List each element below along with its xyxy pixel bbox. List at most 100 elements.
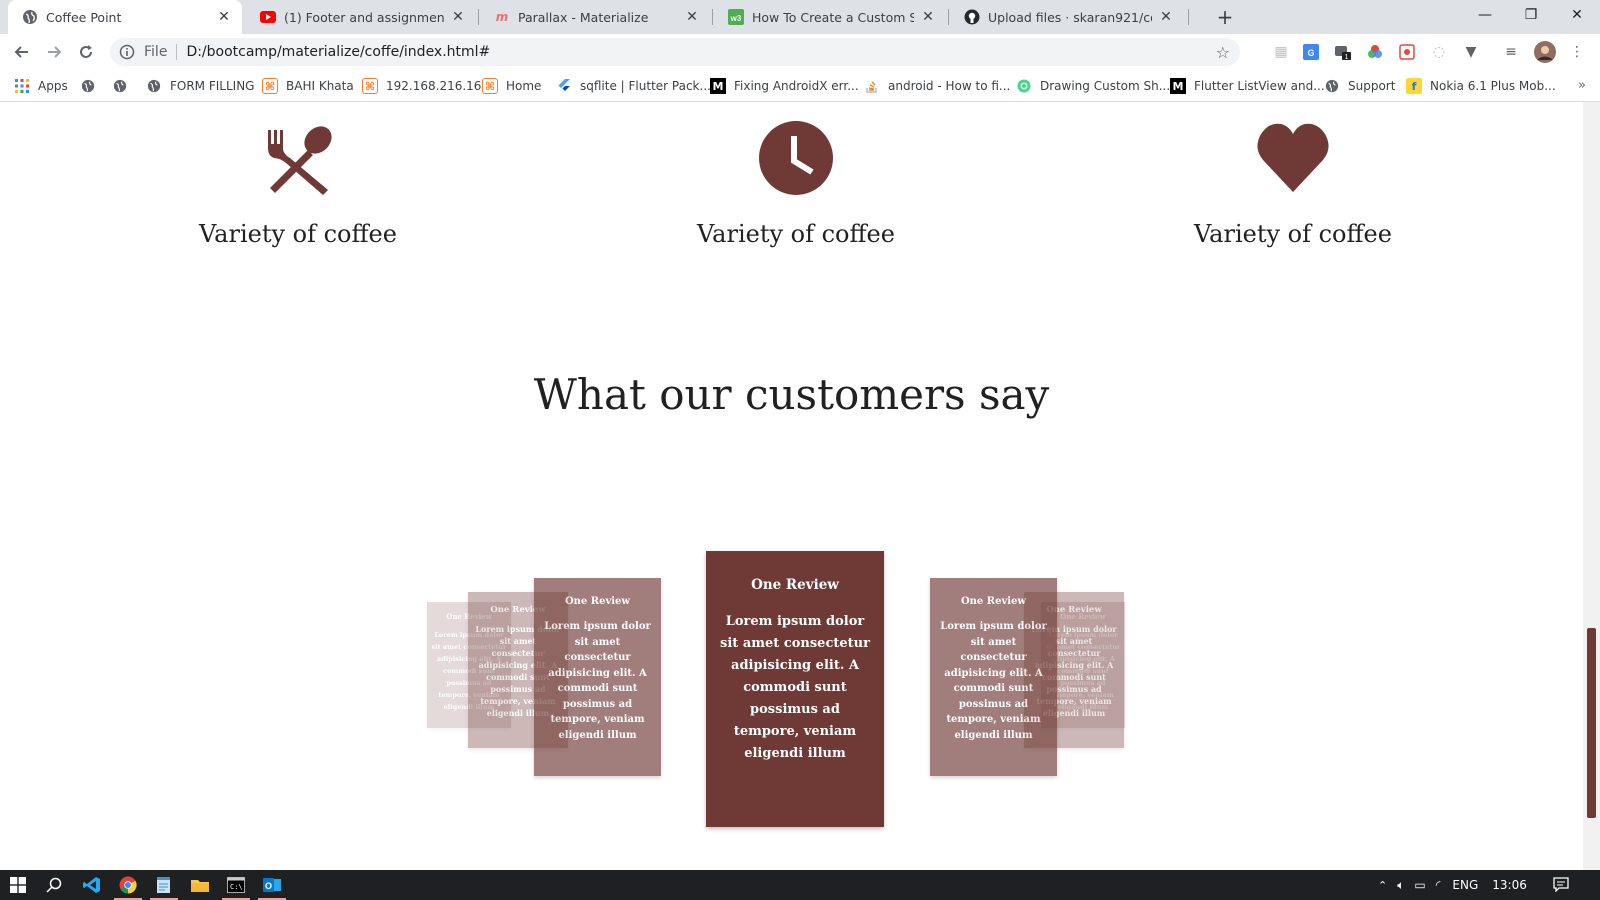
chrome-icon[interactable] bbox=[110, 870, 146, 900]
tab-w3schools[interactable]: w3 How To Create a Custom Scrollba ✕ bbox=[714, 0, 946, 34]
reload-button[interactable] bbox=[74, 40, 98, 64]
bookmark-label: BAHI Khata bbox=[286, 79, 354, 93]
vue-devtools-icon[interactable]: ▼ bbox=[1462, 43, 1480, 61]
tab-title: How To Create a Custom Scrollba bbox=[752, 9, 914, 25]
bookmark-label: Support bbox=[1348, 79, 1396, 93]
page-scrollbar[interactable] bbox=[1583, 102, 1600, 870]
close-icon[interactable]: ✕ bbox=[450, 9, 466, 25]
bookmark-androidx[interactable]: M Fixing AndroidX err... bbox=[710, 76, 859, 96]
notification-icon[interactable] bbox=[1553, 876, 1569, 895]
bookmark-flutter-listview[interactable]: M Flutter ListView and... bbox=[1170, 76, 1325, 96]
flipkart-icon: f bbox=[1406, 78, 1422, 94]
battery-icon[interactable]: ▭ bbox=[1414, 878, 1425, 892]
svg-text:C:\: C:\ bbox=[230, 883, 243, 891]
feature-label: Variety of coffee bbox=[1194, 220, 1392, 248]
close-window-button[interactable]: ✕ bbox=[1554, 0, 1600, 30]
search-icon[interactable] bbox=[36, 870, 72, 900]
bookmark-globe-2[interactable] bbox=[112, 76, 136, 96]
scrollbar-thumb[interactable] bbox=[1587, 628, 1596, 818]
close-icon[interactable]: ✕ bbox=[216, 9, 232, 25]
chevron-up-icon[interactable]: ⌃ bbox=[1378, 879, 1387, 892]
bookmark-label: Nokia 6.1 Plus Mob... bbox=[1430, 79, 1556, 93]
bookmark-label: FORM FILLING bbox=[170, 79, 255, 93]
media-controls-icon[interactable]: ≡ bbox=[1502, 43, 1520, 61]
bookmark-apps[interactable]: Apps bbox=[14, 76, 68, 96]
extension-icon[interactable]: ▦ bbox=[1272, 43, 1290, 61]
vscode-icon[interactable] bbox=[74, 870, 110, 900]
tab-youtube[interactable]: (1) Footer and assignment in ma ✕ bbox=[246, 0, 476, 34]
xampp-icon: ⌘ bbox=[362, 78, 378, 94]
menu-icon[interactable]: ⋮ bbox=[1568, 43, 1586, 61]
extension-circle-icon[interactable]: ◌ bbox=[1430, 43, 1448, 61]
translate-icon[interactable]: G bbox=[1302, 43, 1320, 61]
clock-time[interactable]: 13:06 bbox=[1492, 878, 1527, 892]
section-title: What our customers say bbox=[533, 370, 1050, 419]
bookmark-label: Apps bbox=[38, 79, 68, 93]
avatar[interactable] bbox=[1534, 41, 1556, 63]
color-picker-icon[interactable] bbox=[1366, 43, 1384, 61]
bookmark-home[interactable]: ⌘ Home bbox=[482, 76, 541, 96]
flutter-icon bbox=[556, 78, 572, 94]
extension-badge-icon[interactable]: 1 bbox=[1334, 43, 1352, 61]
screenshot-icon[interactable] bbox=[1398, 43, 1416, 61]
star-icon[interactable]: ☆ bbox=[1216, 43, 1230, 62]
address-url: D:/bootcamp/materialize/coffe/index.html… bbox=[186, 44, 491, 60]
arrow-right-icon bbox=[48, 46, 62, 58]
page-viewport: Variety of coffee Variety of coffee Vari… bbox=[0, 102, 1583, 870]
bookmark-nokia[interactable]: f Nokia 6.1 Plus Mob... bbox=[1406, 76, 1556, 96]
tab-divider bbox=[478, 9, 479, 25]
globe-icon bbox=[146, 78, 162, 94]
forward-button[interactable] bbox=[42, 40, 66, 64]
review-title: One Review bbox=[960, 596, 1027, 607]
info-icon[interactable] bbox=[118, 43, 136, 61]
tab-divider bbox=[948, 9, 949, 25]
bookmark-stackoverflow[interactable]: android - How to fi... bbox=[864, 76, 1010, 96]
bookmark-label: Drawing Custom Sh... bbox=[1040, 79, 1171, 93]
minimize-button[interactable]: — bbox=[1462, 0, 1508, 30]
svg-text:w3: w3 bbox=[730, 14, 742, 23]
feature-item: Variety of coffee bbox=[98, 120, 498, 248]
review-card-active[interactable]: One Review Lorem ipsum dolor sit amet co… bbox=[706, 551, 884, 827]
back-button[interactable] bbox=[10, 40, 34, 64]
wifi-icon[interactable]: ◜ bbox=[1436, 878, 1441, 892]
file-explorer-icon[interactable] bbox=[182, 870, 218, 900]
tab-coffee-point[interactable]: Coffee Point ✕ bbox=[8, 0, 242, 34]
tab-github[interactable]: Upload files · skaran921/coffee_p ✕ bbox=[950, 0, 1184, 34]
notepad-icon[interactable] bbox=[146, 870, 182, 900]
chevron-double-right-icon[interactable]: » bbox=[1578, 78, 1586, 93]
tab-materialize[interactable]: m Parallax - Materialize ✕ bbox=[480, 0, 710, 34]
close-icon[interactable]: ✕ bbox=[684, 9, 700, 25]
reload-icon bbox=[80, 45, 92, 58]
bookmark-drawing-custom[interactable]: Drawing Custom Sh... bbox=[1016, 76, 1170, 96]
bookmark-sqflite[interactable]: sqflite | Flutter Pack... bbox=[556, 76, 711, 96]
globe-icon bbox=[80, 78, 96, 94]
cmd-icon[interactable]: C:\ bbox=[218, 870, 254, 900]
youtube-icon bbox=[260, 9, 276, 25]
bookmark-form-filling[interactable]: FORM FILLING bbox=[146, 76, 254, 96]
svg-text:O: O bbox=[265, 881, 272, 891]
xampp-icon: ⌘ bbox=[262, 78, 278, 94]
bookmark-globe-1[interactable] bbox=[80, 76, 104, 96]
bookmark-support[interactable]: Support bbox=[1324, 76, 1395, 96]
windows-start-icon[interactable] bbox=[0, 870, 36, 900]
tab-title: Upload files · skaran921/coffee_p bbox=[988, 9, 1152, 25]
xampp-icon: ⌘ bbox=[482, 78, 498, 94]
address-scheme: File bbox=[144, 44, 168, 60]
language-indicator[interactable]: ENG bbox=[1452, 878, 1478, 892]
review-title: One Review bbox=[564, 596, 631, 607]
review-card[interactable]: One Review Lorem ipsum dolor sit amet co… bbox=[534, 578, 661, 776]
volume-icon[interactable]: 🔈︎ bbox=[1397, 878, 1404, 893]
close-icon[interactable]: ✕ bbox=[920, 9, 936, 25]
bookmark-bahi-khata[interactable]: ⌘ BAHI Khata bbox=[262, 76, 354, 96]
bookmark-ip[interactable]: ⌘ 192.168.216.16 bbox=[362, 76, 481, 96]
tab-divider bbox=[712, 9, 713, 25]
outlook-icon[interactable]: O bbox=[254, 870, 290, 900]
apps-grid-icon bbox=[14, 78, 30, 94]
review-card[interactable]: One Review Lorem ipsum dolor sit amet co… bbox=[930, 578, 1057, 776]
address-bar[interactable]: File D:/bootcamp/materialize/coffe/index… bbox=[110, 38, 1240, 66]
feature-label: Variety of coffee bbox=[199, 220, 397, 248]
tab-divider bbox=[1188, 9, 1189, 25]
restore-button[interactable]: ❐ bbox=[1508, 0, 1554, 30]
close-icon[interactable]: ✕ bbox=[1158, 9, 1174, 25]
new-tab-button[interactable]: + bbox=[1213, 5, 1237, 29]
